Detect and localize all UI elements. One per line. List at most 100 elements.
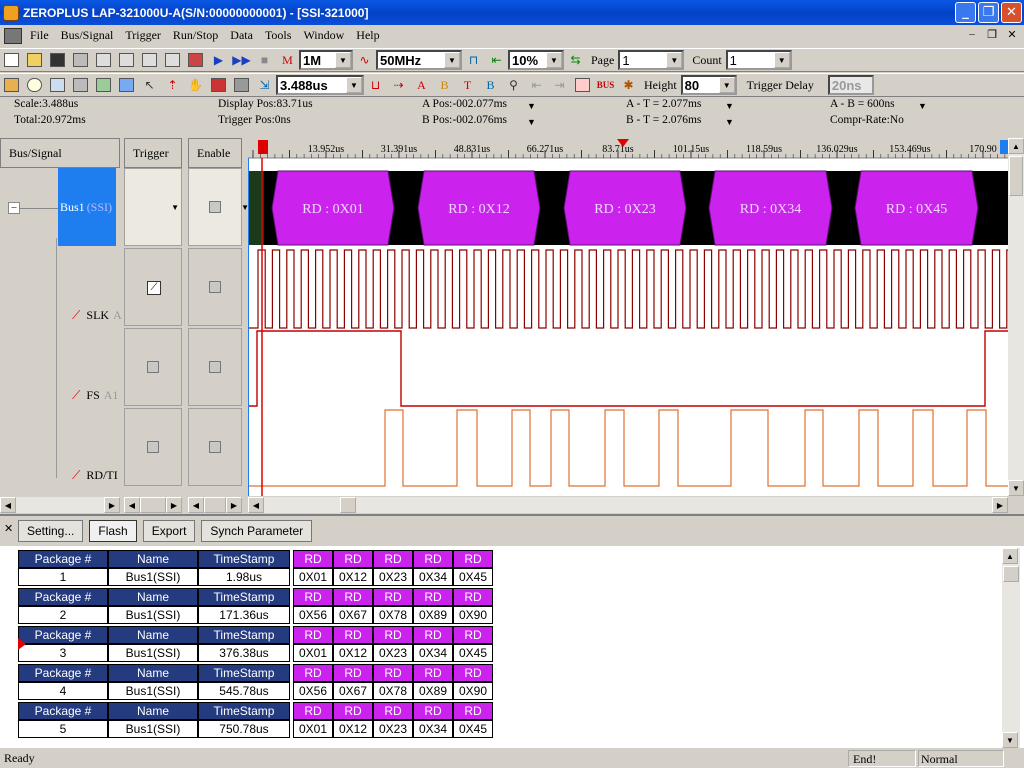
save-icon[interactable] xyxy=(47,50,68,70)
menu-window[interactable]: Window xyxy=(299,28,352,43)
maximize-button[interactable]: ❐ xyxy=(978,2,999,23)
panel-close-icon[interactable]: ✕ xyxy=(4,522,13,535)
waveform-canvas[interactable]: 13.952us 31.391us 48.831us 66.271us 83.71us 1… xyxy=(248,138,1008,496)
hand-icon[interactable]: ✋ xyxy=(185,75,206,95)
analyze-icon[interactable]: ✱ xyxy=(618,75,639,95)
export-button[interactable]: Export xyxy=(142,520,196,542)
run-repeat-icon[interactable]: ▶▶ xyxy=(231,50,252,70)
setting-button[interactable]: Setting... xyxy=(18,520,84,542)
b-pos-dropdown[interactable]: ▼ xyxy=(527,117,536,127)
synch-parameter-button[interactable]: Synch Parameter xyxy=(201,520,313,542)
enable-hscroll[interactable]: ◀ ▶ xyxy=(188,497,242,513)
clock-icon[interactable] xyxy=(24,75,45,95)
signal-icon[interactable]: ⊔ xyxy=(365,75,386,95)
slk-trigger-cell[interactable]: ⟋ xyxy=(124,248,182,326)
a-t-dropdown[interactable]: ▼ xyxy=(725,101,734,111)
waveform-hscroll[interactable]: ◀ ▶ xyxy=(248,497,1008,513)
mdi-close-button[interactable]: ✕ xyxy=(1004,28,1020,41)
packet-row[interactable]: Package # Name TimeStamp RD RD RD RD RD 2 Bus1(SS… xyxy=(18,588,493,624)
menu-file[interactable]: File xyxy=(26,28,57,43)
image-icon[interactable] xyxy=(47,75,68,95)
stop-icon[interactable]: ■ xyxy=(254,50,275,70)
rd-signal[interactable]: ⟋ RD/TI xyxy=(72,468,118,483)
slk-enable-cell[interactable] xyxy=(188,248,242,326)
scroll-up-arrow[interactable]: ▲ xyxy=(1008,138,1024,154)
menu-bus-signal[interactable]: Bus/Signal xyxy=(57,28,122,43)
bus-setting-icon[interactable] xyxy=(93,50,114,70)
scroll-thumb[interactable] xyxy=(1009,156,1023,196)
rd-enable-cell[interactable] xyxy=(188,408,242,486)
packet-row[interactable]: Package # Name TimeStamp RD RD RD RD RD 3 Bus1(SS… xyxy=(18,626,493,662)
packet-row[interactable]: Package # Name TimeStamp RD RD RD RD RD 4 Bus1(SS… xyxy=(18,664,493,700)
next-icon[interactable]: ⇥ xyxy=(549,75,570,95)
bus-icon[interactable]: BUS xyxy=(595,75,616,95)
fs-trigger-cell[interactable] xyxy=(124,328,182,406)
bar-c-icon[interactable]: B xyxy=(434,75,455,95)
flash-button[interactable]: Flash xyxy=(89,520,137,542)
scroll-thumb[interactable] xyxy=(1003,566,1019,582)
scroll-down-arrow[interactable]: ▼ xyxy=(1002,732,1018,748)
menu-data[interactable]: Data xyxy=(226,28,261,43)
mdi-restore-button[interactable]: ❐ xyxy=(984,28,1000,41)
mdi-minimize-button[interactable]: – xyxy=(964,28,980,41)
open-folder-icon[interactable] xyxy=(24,50,45,70)
run-icon[interactable]: ▶ xyxy=(208,50,229,70)
trigger-hscroll[interactable]: ◀ ▶ xyxy=(124,497,182,513)
bus-group-icon[interactable] xyxy=(162,50,183,70)
close-button[interactable]: ✕ xyxy=(1001,2,1022,23)
grid-view-icon[interactable] xyxy=(231,75,252,95)
slk-signal[interactable]: ⟋ SLK A xyxy=(72,308,122,323)
b-t-dropdown[interactable]: ▼ xyxy=(725,117,734,127)
bar-b-icon[interactable]: A xyxy=(411,75,432,95)
print-icon[interactable] xyxy=(70,50,91,70)
waveform-svg[interactable]: 13.952us 31.391us 48.831us 66.271us 83.71us 1… xyxy=(248,138,1008,496)
a-b-dropdown[interactable]: ▼ xyxy=(918,101,927,111)
pointer-icon[interactable]: ↖ xyxy=(139,75,160,95)
bar-e-icon[interactable]: B xyxy=(480,75,501,95)
chip-icon[interactable] xyxy=(116,75,137,95)
trigger-delay-input[interactable]: 20ns xyxy=(827,75,874,95)
bus1-signal[interactable]: Bus1 (SSI) xyxy=(58,168,116,246)
table-icon[interactable] xyxy=(93,75,114,95)
new-file-icon[interactable] xyxy=(1,50,22,70)
scroll-down-arrow[interactable]: ▼ xyxy=(1008,480,1024,496)
bar-d-icon[interactable]: T xyxy=(457,75,478,95)
signal-hscroll[interactable]: ◀ ▶ xyxy=(0,497,120,513)
time-select[interactable]: 3.488us ▼ xyxy=(276,75,364,95)
home-icon[interactable] xyxy=(1,75,22,95)
menu-trigger[interactable]: Trigger xyxy=(121,28,169,43)
bus1-trigger-cell[interactable]: ▼ xyxy=(124,168,182,246)
menu-run-stop[interactable]: Run/Stop xyxy=(169,28,226,43)
packet-row[interactable]: Package # Name TimeStamp RD RD RD RD RD 1 Bus1(SS… xyxy=(18,550,493,586)
bus-delete-icon[interactable] xyxy=(139,50,160,70)
bus-edit-icon[interactable] xyxy=(116,50,137,70)
scroll-up-arrow[interactable]: ▲ xyxy=(1002,548,1018,564)
bar-a-icon[interactable]: ⇢ xyxy=(388,75,409,95)
packet-vscroll[interactable]: ▲ ▼ xyxy=(1002,548,1020,748)
binoculars-icon[interactable]: ⚲ xyxy=(503,75,524,95)
frequency-select[interactable]: 50MHz ▼ xyxy=(376,50,462,70)
a-pos-dropdown[interactable]: ▼ xyxy=(527,101,536,111)
collapse-icon[interactable]: – xyxy=(8,202,20,214)
minimize-button[interactable]: _ xyxy=(955,2,976,23)
height-select[interactable]: 80 ▼ xyxy=(680,75,737,95)
grid-icon[interactable] xyxy=(70,75,91,95)
report-icon[interactable] xyxy=(185,50,206,70)
page-select[interactable]: 1 ▼ xyxy=(618,50,685,70)
memory-select[interactable]: 1M ▼ xyxy=(299,50,353,70)
fs-signal[interactable]: ⟋ FS A1 xyxy=(72,388,118,403)
menu-tools[interactable]: Tools xyxy=(261,28,300,43)
count-select[interactable]: 1 ▼ xyxy=(725,50,792,70)
rd-trigger-cell[interactable] xyxy=(124,408,182,486)
measure-icon[interactable] xyxy=(208,75,229,95)
cursor-select-icon[interactable]: ⇡ xyxy=(162,75,183,95)
packet-row[interactable]: Package # Name TimeStamp RD RD RD RD RD 5 Bus1(SS… xyxy=(18,702,493,738)
prev-icon[interactable]: ⇤ xyxy=(526,75,547,95)
fs-enable-cell[interactable] xyxy=(188,328,242,406)
trigger-position-select[interactable]: 10% ▼ xyxy=(508,50,564,70)
bus1-enable-cell[interactable]: ▼ xyxy=(188,168,249,246)
menu-help[interactable]: Help xyxy=(352,28,387,43)
calendar-icon[interactable] xyxy=(572,75,593,95)
trigger-position-icon[interactable]: ⇤ xyxy=(486,50,507,70)
waveform-vscroll[interactable]: ▲ ▼ xyxy=(1008,138,1024,496)
